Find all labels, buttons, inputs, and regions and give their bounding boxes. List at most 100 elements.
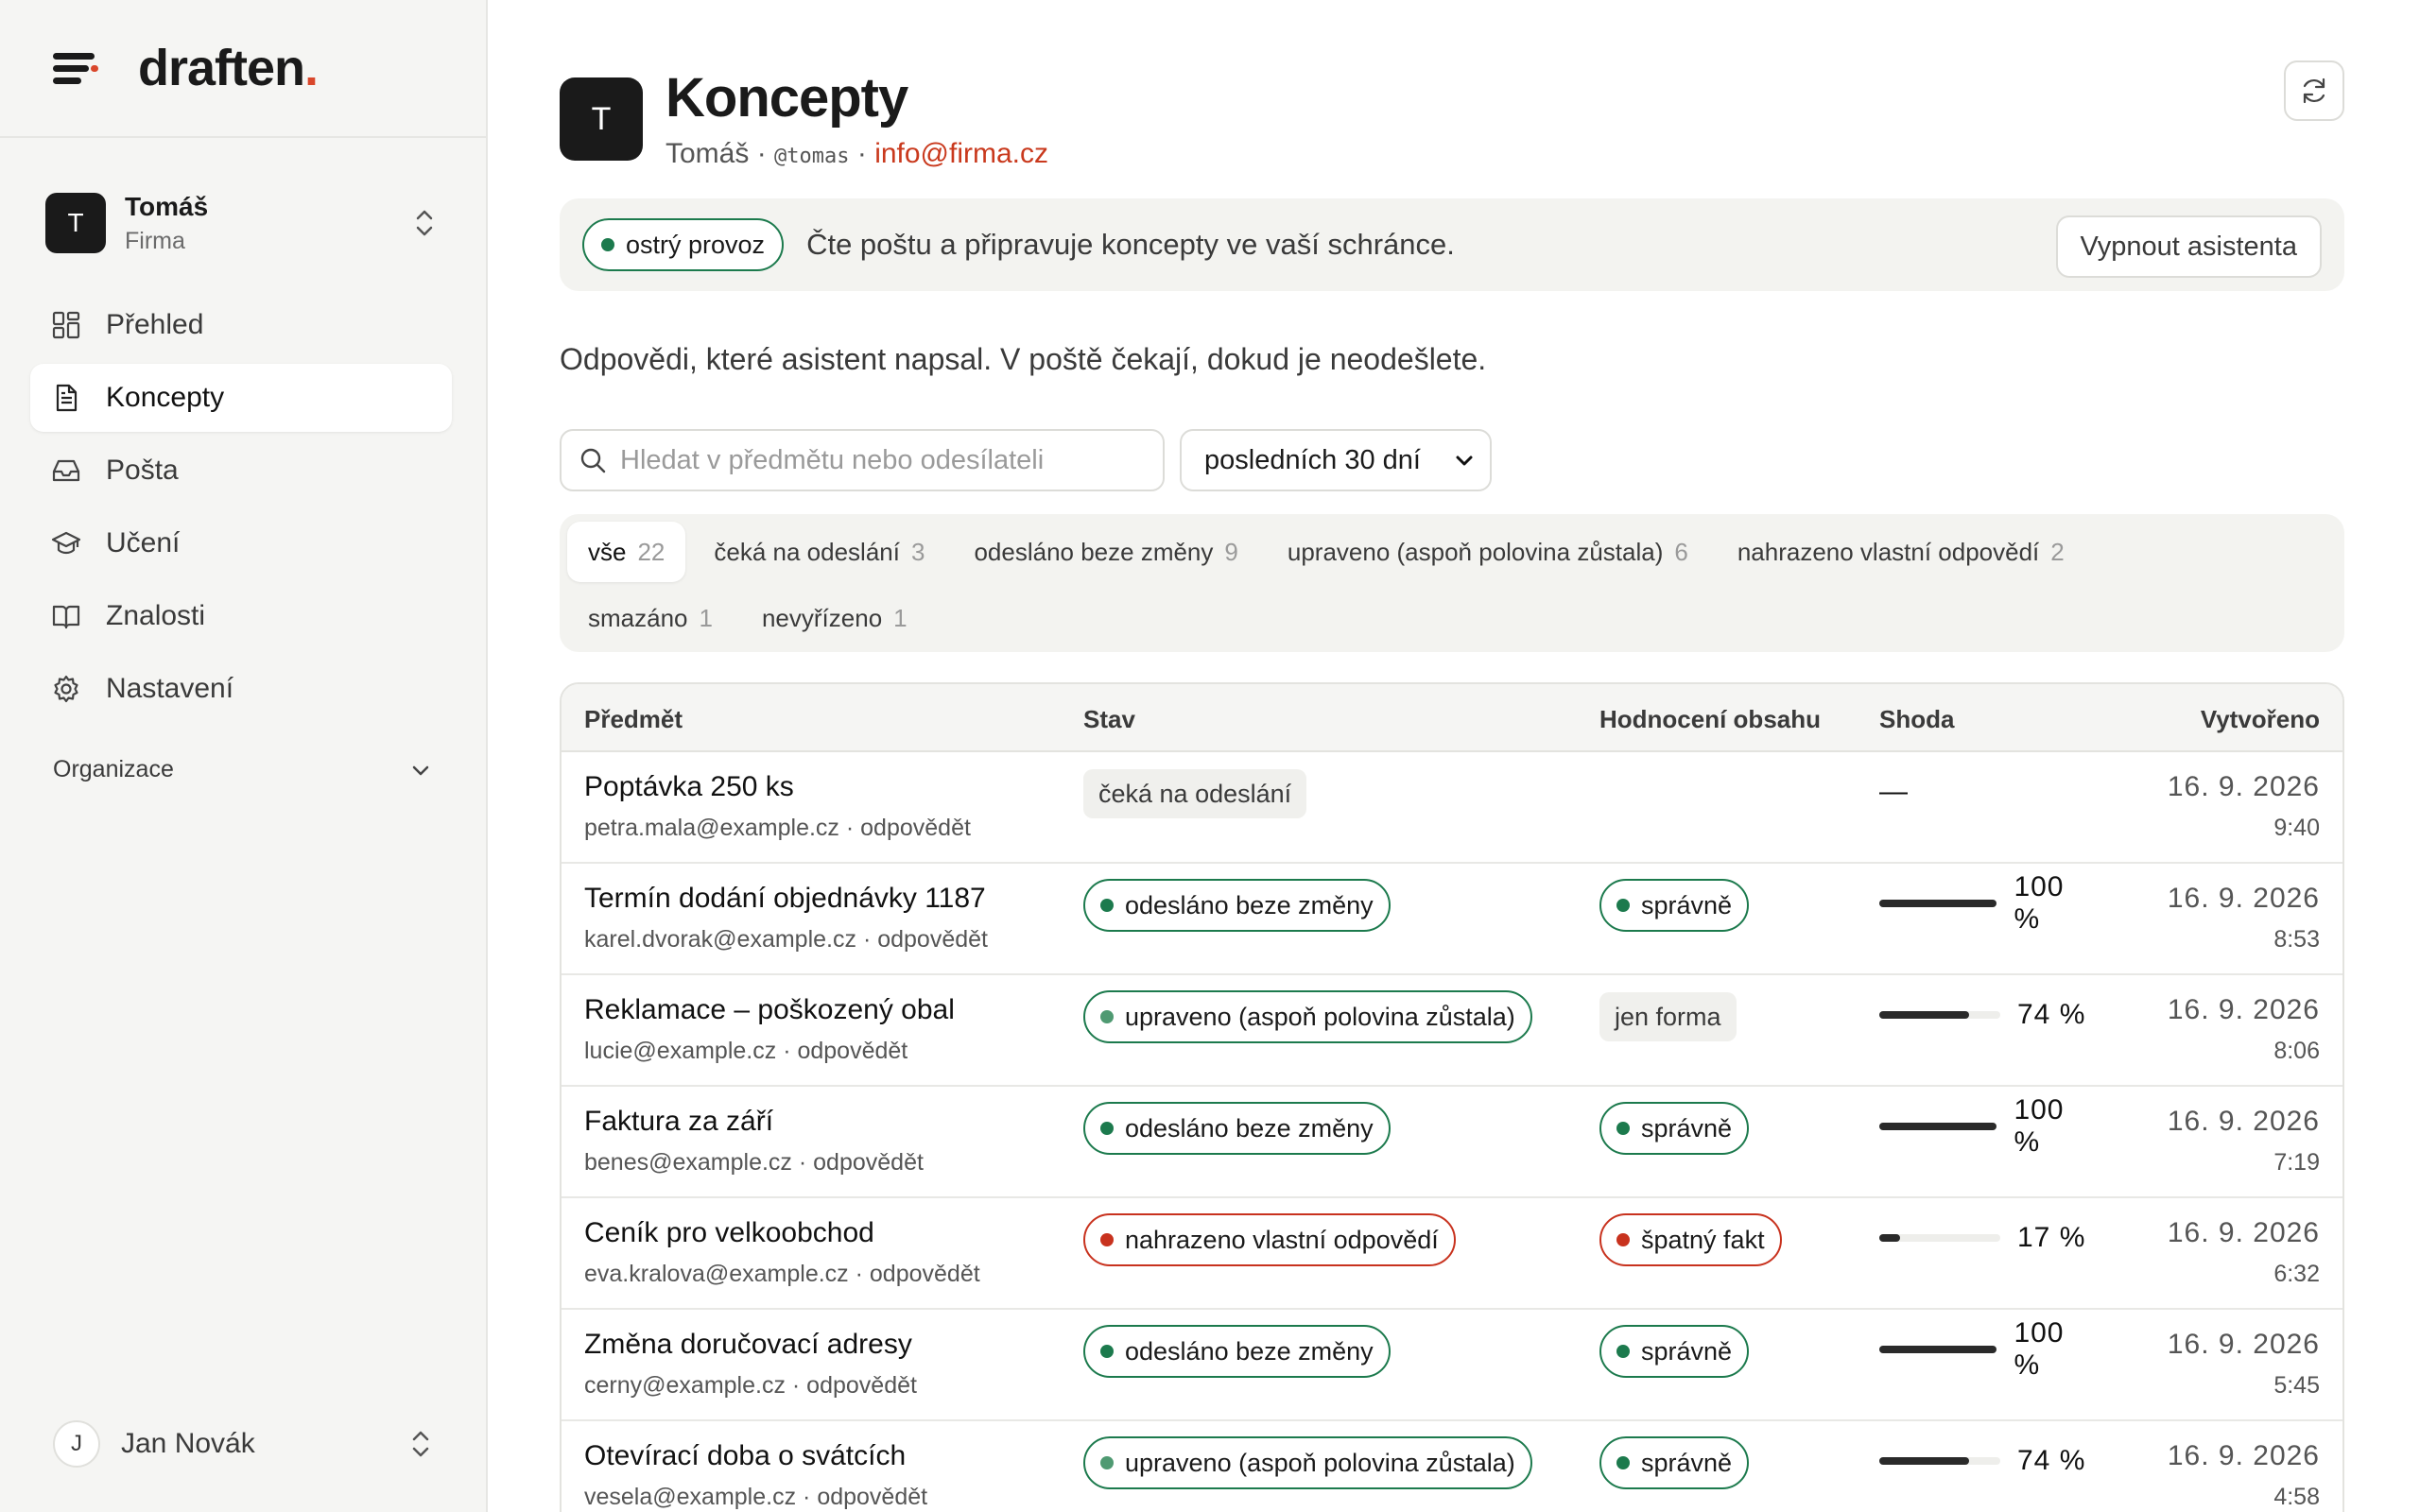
- organization-section[interactable]: Organizace: [53, 756, 431, 783]
- filter-tab-odeslano[interactable]: odesláno beze změny 9: [953, 522, 1258, 582]
- date-range-value: posledních 30 dní: [1204, 444, 1421, 475]
- subject-cell: Reklamace – poškozený obal lucie@example.…: [584, 994, 955, 1065]
- created-date: 16. 9. 2026: [2167, 994, 2320, 1025]
- sidebar-item-prehled[interactable]: Přehled: [30, 291, 452, 359]
- workspace-switcher[interactable]: T Tomáš Firma: [45, 189, 442, 257]
- table-row[interactable]: Ceník pro velkoobchod eva.kralova@example…: [562, 1198, 2342, 1310]
- filter-tab-nahrazeno[interactable]: nahrazeno vlastní odpovědí 2: [1717, 522, 2085, 582]
- status-dot-icon: [1100, 1122, 1114, 1135]
- reply-link[interactable]: odpovědět: [813, 1149, 924, 1176]
- subject-cell: Termín dodání objednávky 1187 karel.dvora…: [584, 883, 988, 954]
- disable-assistant-button[interactable]: Vypnout asistenta: [2055, 215, 2322, 278]
- page-title: Koncepty: [666, 67, 908, 129]
- document-icon: [56, 384, 78, 412]
- match-bar: [1879, 1123, 1997, 1130]
- created-date: 16. 9. 2026: [2167, 883, 2320, 914]
- filter-tab-vse[interactable]: vše 22: [567, 522, 686, 582]
- status-filter-tabs: vše 22 čeká na odeslání 3 odesláno beze zm…: [560, 514, 2344, 652]
- reply-link[interactable]: odpovědět: [817, 1484, 927, 1510]
- subject-text[interactable]: Ceník pro velkoobchod: [584, 1217, 980, 1249]
- match-percent: 100 %: [2014, 1317, 2065, 1381]
- table-row[interactable]: Faktura za září benes@example.cz · odpově…: [562, 1087, 2342, 1198]
- match-cell: —: [1879, 773, 2097, 811]
- status-dot-icon: [1100, 1233, 1114, 1246]
- sidebar-item-posta[interactable]: Pošta: [30, 437, 452, 505]
- rating-dot-icon: [1616, 1122, 1630, 1135]
- status-badge: odesláno beze změny: [1083, 879, 1391, 932]
- column-header-subject[interactable]: Předmět: [584, 705, 683, 734]
- rating-badge: správně: [1599, 1436, 1750, 1489]
- subject-text[interactable]: Poptávka 250 ks: [584, 771, 971, 803]
- status-dot-icon: [1100, 1345, 1114, 1358]
- account-handle: @tomas: [774, 145, 850, 168]
- match-bar-fill: [1879, 900, 1997, 907]
- reply-link[interactable]: odpovědět: [806, 1372, 917, 1399]
- sidebar-item-label: Přehled: [106, 309, 204, 340]
- subject-text[interactable]: Termín dodání objednávky 1187: [584, 883, 988, 915]
- search-input[interactable]: [620, 444, 1150, 476]
- table-row[interactable]: Změna doručovací adresy cerny@example.cz …: [562, 1310, 2342, 1421]
- user-menu[interactable]: J Jan Novák: [53, 1419, 431, 1469]
- match-empty: —: [1879, 776, 1908, 807]
- sidebar-item-label: Znalosti: [106, 600, 206, 631]
- date-range-select[interactable]: posledních 30 dní: [1180, 429, 1492, 491]
- reply-link[interactable]: odpovědět: [870, 1261, 980, 1287]
- subject-text[interactable]: Změna doručovací adresy: [584, 1329, 917, 1361]
- book-icon: [52, 605, 80, 629]
- sidebar-item-znalosti[interactable]: Znalosti: [30, 582, 452, 650]
- subject-text[interactable]: Otevírací doba o svátcích: [584, 1440, 927, 1472]
- status-badge: ostrý provoz: [582, 218, 785, 271]
- table-row[interactable]: Otevírací doba o svátcích vesela@example.…: [562, 1421, 2342, 1512]
- match-cell: 17 %: [1879, 1219, 2097, 1257]
- chevron-down-icon: [1456, 455, 1473, 466]
- table-row[interactable]: Termín dodání objednávky 1187 karel.dvora…: [562, 864, 2342, 975]
- search-field[interactable]: [560, 429, 1165, 491]
- organization-label: Organizace: [53, 756, 174, 782]
- match-percent: 100 %: [2014, 1094, 2065, 1158]
- sender-email: petra.mala@example.cz: [584, 815, 839, 841]
- sender-email: karel.dvorak@example.cz: [584, 926, 856, 953]
- subject-meta: eva.kralova@example.cz · odpovědět: [584, 1261, 980, 1287]
- grid-icon: [52, 311, 80, 339]
- sidebar-item-koncepty[interactable]: Koncepty: [30, 364, 452, 432]
- column-header-rating[interactable]: Hodnocení obsahu: [1599, 705, 1821, 734]
- reply-link[interactable]: odpovědět: [860, 815, 971, 841]
- match-cell: 74 %: [1879, 1442, 2097, 1480]
- created-time: 5:45: [2273, 1372, 2320, 1399]
- match-bar-fill: [1879, 1234, 1900, 1242]
- filter-tab-ceka[interactable]: čeká na odeslání 3: [693, 522, 945, 582]
- subject-meta: lucie@example.cz · odpovědět: [584, 1038, 908, 1064]
- sender-email: vesela@example.cz: [584, 1484, 797, 1510]
- table-row[interactable]: Poptávka 250 ks petra.mala@example.cz · o…: [562, 752, 2342, 864]
- search-icon: [580, 448, 606, 473]
- created-time: 9:40: [2273, 815, 2320, 841]
- account-email[interactable]: info@firma.cz: [874, 138, 1048, 169]
- reply-link[interactable]: odpovědět: [797, 1038, 908, 1064]
- match-bar-fill: [1879, 1457, 1969, 1465]
- filter-tab-nevyrizeno[interactable]: nevyřízeno 1: [741, 588, 928, 648]
- filter-tab-upraveno[interactable]: upraveno (aspoň polovina zůstala) 6: [1267, 522, 1709, 582]
- status-dot-icon: [601, 238, 614, 251]
- sidebar-item-label: Koncepty: [106, 382, 225, 413]
- created-time: 7:19: [2273, 1149, 2320, 1176]
- page-subtitle: Tomáš · @tomas · info@firma.cz: [666, 138, 1049, 169]
- subject-text[interactable]: Faktura za září: [584, 1106, 924, 1138]
- subject-text[interactable]: Reklamace – poškozený obal: [584, 994, 955, 1026]
- created-date: 16. 9. 2026: [2167, 1217, 2320, 1248]
- chevron-updown-icon: [412, 1431, 429, 1457]
- sidebar-item-nastaveni[interactable]: Nastavení: [30, 655, 452, 723]
- match-percent: 100 %: [2014, 871, 2065, 935]
- gear-icon: [54, 675, 78, 703]
- match-bar: [1879, 1457, 2000, 1465]
- column-header-match[interactable]: Shoda: [1879, 705, 1954, 734]
- sidebar-item-uceni[interactable]: Učení: [30, 509, 452, 577]
- refresh-button[interactable]: [2284, 60, 2344, 121]
- match-bar-fill: [1879, 1123, 1997, 1130]
- table-row[interactable]: Reklamace – poškozený obal lucie@example.…: [562, 975, 2342, 1087]
- filter-tab-smazano[interactable]: smazáno 1: [567, 588, 734, 648]
- chevron-updown-icon: [416, 210, 433, 236]
- menu-logo-icon[interactable]: [53, 51, 98, 85]
- column-header-status[interactable]: Stav: [1083, 705, 1135, 734]
- reply-link[interactable]: odpovědět: [877, 926, 988, 953]
- column-header-created[interactable]: Vytvořeno: [2201, 705, 2320, 734]
